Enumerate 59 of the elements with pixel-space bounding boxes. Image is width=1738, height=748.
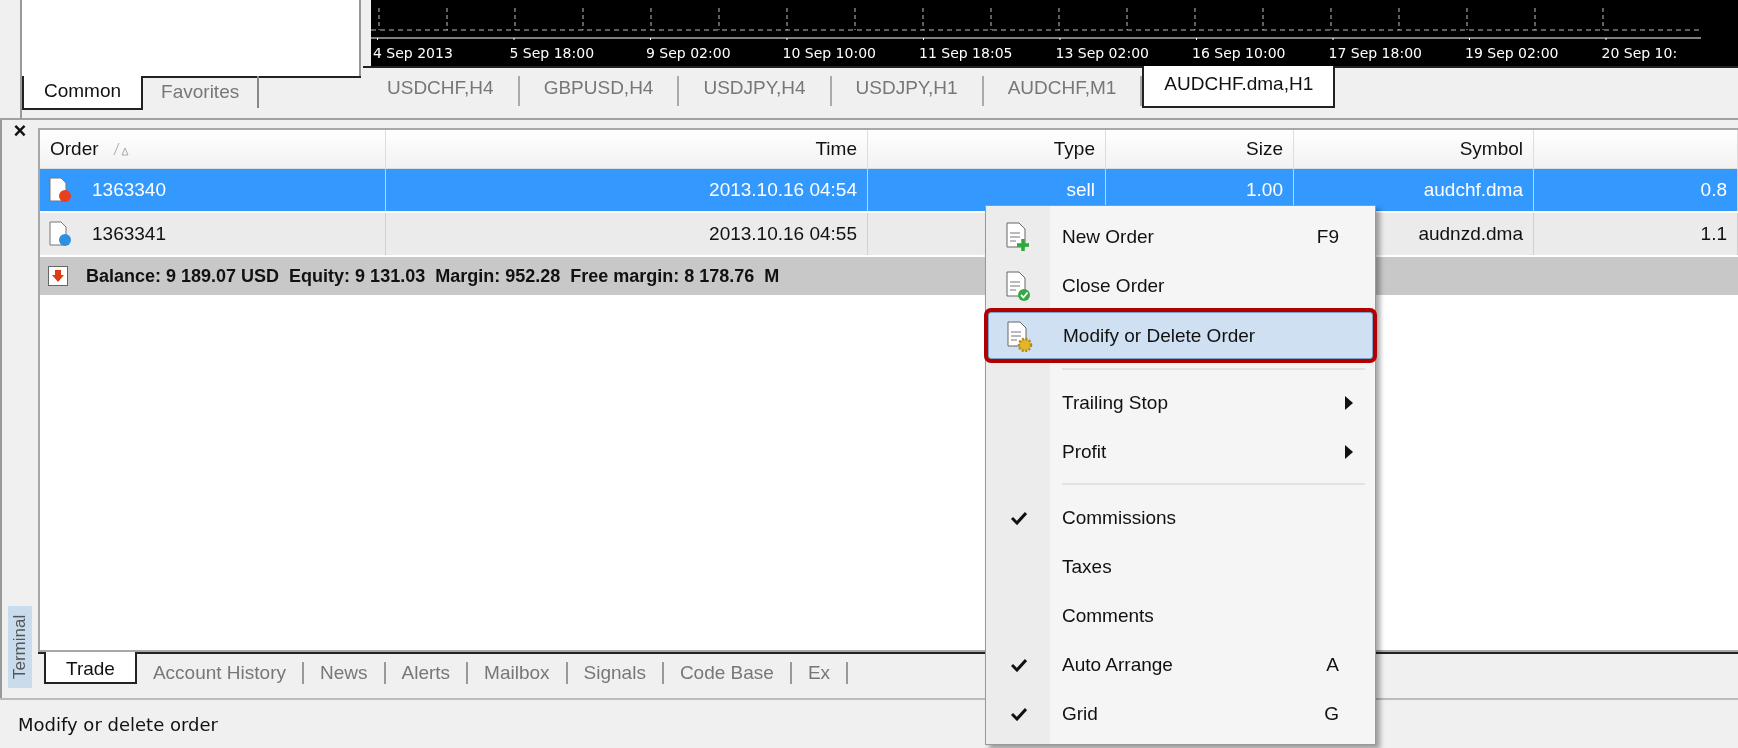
table-cell: 2013.10.16 04:55 — [709, 223, 857, 245]
menu-item[interactable]: Trailing Stop — [988, 378, 1373, 427]
table-cell: audnzd.dma — [1418, 223, 1523, 245]
table-cell: 0.8 — [1700, 179, 1727, 201]
balance-summary: Balance: 9 189.07 USD Equity: 9 131.03 Margin: 952.28 Free margin: 8 178.76 M — [86, 265, 780, 287]
chart-tab[interactable]: USDJPY,H4 — [679, 76, 832, 106]
terminal-tab[interactable]: Trade — [44, 652, 137, 684]
column-header[interactable]: Time — [386, 130, 868, 168]
chart-tab[interactable]: USDCHF,H4 — [363, 76, 520, 106]
chart-tab[interactable]: AUDCHF.dma,H1 — [1142, 66, 1336, 108]
terminal-tab[interactable]: Account History — [136, 662, 304, 684]
table-cell: 1363341 — [92, 223, 166, 245]
menu-item[interactable]: Comments — [988, 591, 1373, 640]
terminal-tab[interactable]: Mailbox — [468, 662, 568, 684]
column-header[interactable]: Size — [1106, 130, 1294, 168]
menu-item[interactable]: Close Order — [988, 261, 1373, 310]
arrow-down-icon — [48, 266, 68, 286]
checkmark-icon — [1011, 706, 1027, 721]
menu-item[interactable]: Profit — [988, 427, 1373, 476]
table-cell: 1363340 — [92, 179, 166, 201]
status-text: Modify or delete order — [18, 713, 218, 735]
terminal-title: Terminal — [8, 606, 32, 688]
submenu-arrow-icon — [1345, 444, 1353, 459]
terminal-tab[interactable]: Alerts — [385, 662, 469, 684]
column-header[interactable]: Symbol — [1294, 130, 1534, 168]
checkmark-icon — [1011, 510, 1027, 525]
terminal-tab[interactable]: Ex — [791, 662, 849, 684]
column-header[interactable]: Type — [868, 130, 1106, 168]
navigator-tab[interactable]: Common — [22, 76, 144, 110]
close-button[interactable]: × — [13, 120, 27, 142]
time-label: 19 Sep 02:00 — [1465, 45, 1560, 61]
time-label: 13 Sep 02:00 — [1055, 45, 1150, 61]
time-label: 17 Sep 18:00 — [1328, 45, 1423, 61]
menu-item[interactable]: Taxes — [988, 542, 1373, 591]
time-label: 16 Sep 10:00 — [1192, 45, 1287, 61]
terminal-tab[interactable]: Signals — [567, 662, 664, 684]
terminal-tab[interactable]: News — [304, 662, 386, 684]
table-cell: 2013.10.16 04:54 — [709, 179, 857, 201]
navigator-tab[interactable]: Favorites — [143, 76, 260, 108]
menu-item[interactable]: Auto Arrange A — [988, 640, 1373, 689]
table-cell: 1.00 — [1246, 179, 1283, 201]
submenu-arrow-icon — [1345, 395, 1353, 410]
document-gear-icon — [1005, 319, 1035, 352]
time-label: 11 Sep 18:05 — [919, 45, 1014, 61]
menu-item[interactable]: Grid G — [988, 689, 1373, 738]
checkmark-icon — [1011, 657, 1027, 672]
time-label: 20 Sep 10: — [1601, 45, 1679, 61]
time-label: 5 Sep 18:00 — [509, 45, 596, 61]
column-header[interactable]: Order — [40, 130, 386, 168]
time-label: 9 Sep 02:00 — [646, 45, 732, 61]
chart-tab[interactable]: GBPUSD,H4 — [519, 76, 680, 106]
table-cell: 1.1 — [1700, 223, 1727, 245]
terminal-tab[interactable]: Code Base — [663, 662, 792, 684]
time-label: 10 Sep 10:00 — [782, 45, 877, 61]
time-label: 4 Sep 2013 — [373, 45, 454, 61]
chart-tab[interactable]: USDJPY,H1 — [831, 76, 984, 106]
table-cell: audchf.dma — [1423, 179, 1523, 201]
table-cell: sell — [1066, 179, 1095, 201]
menu-item[interactable]: Commissions — [988, 493, 1373, 542]
